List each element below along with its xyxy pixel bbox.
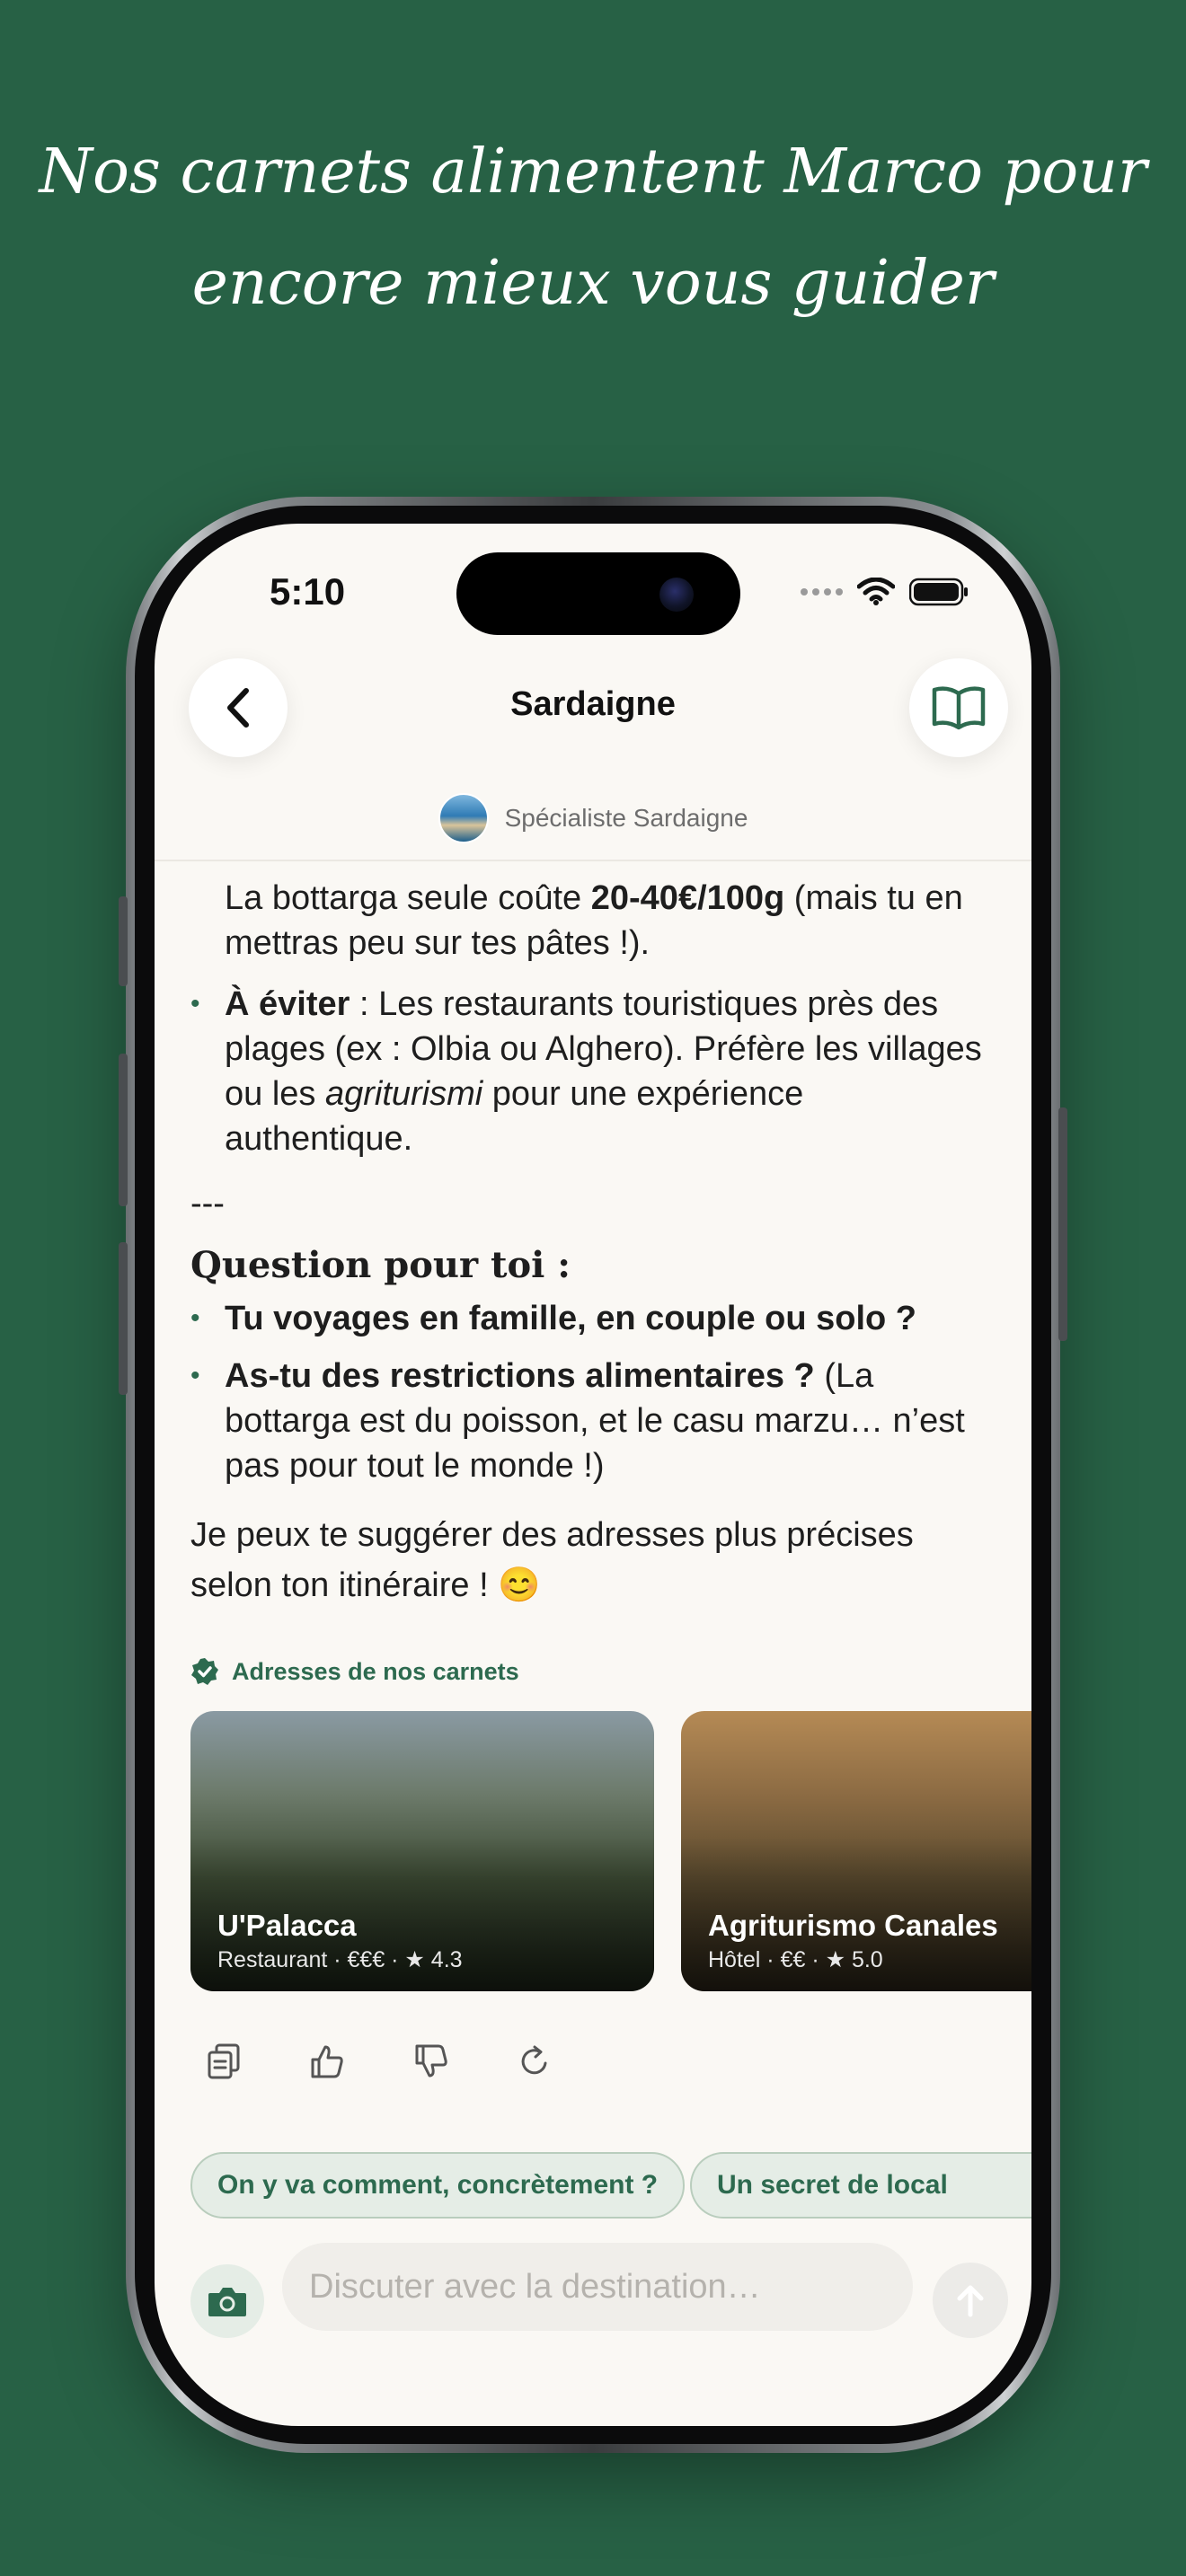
message-actions bbox=[207, 2043, 552, 2079]
card-meta: Hôtel · €€ · ★ 5.0 bbox=[708, 1947, 883, 1972]
price-paragraph: La bottarga seule coûte 20-40€/100g (mai… bbox=[190, 876, 999, 966]
volume-down-button bbox=[119, 1242, 128, 1395]
send-button[interactable] bbox=[933, 2263, 1008, 2338]
camera-icon bbox=[208, 2288, 246, 2316]
open-book-icon bbox=[932, 686, 986, 730]
app-screen: 5:10 Sardaigne Spécialiste Sardaigne La … bbox=[155, 524, 1031, 2426]
thumbs-up-icon[interactable] bbox=[309, 2043, 345, 2079]
front-camera bbox=[659, 578, 694, 612]
avoid-label: À éviter bbox=[225, 985, 350, 1023]
question-heading: Question pour toi : bbox=[190, 1244, 571, 1286]
suggestion-chip-2[interactable]: Un secret de local bbox=[690, 2152, 1031, 2219]
assistant-message: La bottarga seule coûte 20-40€/100g (mai… bbox=[190, 865, 999, 1610]
place-card-agriturismo-canales[interactable]: Agriturismo Canales Hôtel · €€ · ★ 5.0 bbox=[681, 1711, 1031, 1991]
specialist-tag: Spécialiste Sardaigne bbox=[155, 793, 1031, 843]
card-name: Agriturismo Canales bbox=[708, 1909, 998, 1942]
thumbs-down-icon[interactable] bbox=[413, 2043, 449, 2079]
price-text-start: La bottarga seule coûte bbox=[225, 879, 591, 917]
battery-icon bbox=[909, 578, 968, 606]
question-2-bold: As-tu des restrictions alimentaires ? bbox=[225, 1357, 815, 1395]
status-time: 5:10 bbox=[270, 570, 346, 613]
carnets-header: Adresses de nos carnets bbox=[190, 1657, 519, 1686]
card-name: U'Palacca bbox=[217, 1909, 357, 1942]
question-1: Tu voyages en famille, en couple ou solo… bbox=[225, 1300, 917, 1337]
phone-frame: 5:10 Sardaigne Spécialiste Sardaigne La … bbox=[119, 497, 1067, 2453]
copy-icon[interactable] bbox=[207, 2043, 241, 2079]
verified-badge-icon bbox=[191, 1658, 218, 1685]
cellular-signal-icon bbox=[801, 588, 843, 595]
page-title: Sardaigne bbox=[510, 685, 676, 723]
specialist-label: Spécialiste Sardaigne bbox=[504, 804, 748, 832]
closing-paragraph: Je peux te suggérer des adresses plus pr… bbox=[190, 1516, 914, 1604]
card-meta: Restaurant · €€€ · ★ 4.3 bbox=[217, 1947, 463, 1972]
camera-button[interactable] bbox=[190, 2264, 264, 2338]
header-divider bbox=[155, 860, 1031, 861]
carnets-label: Adresses de nos carnets bbox=[232, 1657, 519, 1685]
chat-input[interactable] bbox=[282, 2243, 913, 2331]
action-button bbox=[119, 896, 128, 986]
avoid-italic: agriturismi bbox=[324, 1075, 483, 1113]
refresh-icon[interactable] bbox=[518, 2043, 552, 2079]
suggestion-chip-1[interactable]: On y va comment, concrètement ? bbox=[190, 2152, 686, 2219]
question-bullet-1: Tu voyages en famille, en couple ou solo… bbox=[190, 1296, 999, 1341]
volume-up-button bbox=[119, 1054, 128, 1206]
avoid-bullet: À éviter : Les restaurants touristiques … bbox=[190, 982, 999, 1161]
promo-line-1: Nos carnets alimentent Marco pour bbox=[39, 137, 1147, 207]
dynamic-island bbox=[456, 552, 740, 635]
wifi-icon bbox=[857, 578, 895, 605]
promo-headline: Nos carnets alimentent Marco pour encore… bbox=[0, 117, 1186, 340]
power-button bbox=[1058, 1107, 1067, 1341]
separator: --- bbox=[190, 1185, 225, 1222]
price-value: 20-40€/100g bbox=[590, 879, 785, 917]
promo-line-2: encore mieux vous guider bbox=[191, 248, 995, 319]
status-icons bbox=[801, 578, 969, 606]
carnet-button[interactable] bbox=[909, 658, 1008, 757]
arrow-up-icon bbox=[957, 2285, 984, 2317]
place-card-upalacca[interactable]: U'Palacca Restaurant · €€€ · ★ 4.3 bbox=[190, 1711, 654, 1991]
specialist-avatar bbox=[438, 793, 489, 843]
question-bullet-2: As-tu des restrictions alimentaires ? (L… bbox=[190, 1354, 999, 1488]
